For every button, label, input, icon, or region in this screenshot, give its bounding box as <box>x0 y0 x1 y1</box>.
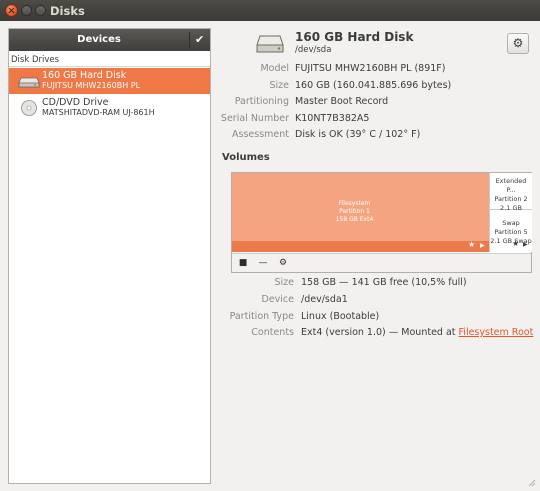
partition-2-name: Partition 2 <box>494 195 528 203</box>
devices-pane: Devices ✔ Disk Drives 160 GB Hard Disk F… <box>8 28 211 484</box>
partition-5-name: Partition 5 <box>494 228 528 236</box>
partition-type-label: Partition Type <box>229 311 294 322</box>
drive-name: 160 GB Hard Disk <box>42 70 127 81</box>
section-divider <box>9 66 210 67</box>
partition-2-type: Extended P... <box>495 177 527 194</box>
partition-5-type: Swap <box>502 219 520 227</box>
partition-2-block[interactable]: Extended P... Partition 2 2.1 GB <box>490 173 532 212</box>
volume-toolbar: ■ — ⚙ <box>232 253 531 272</box>
stop-icon: ■ <box>238 258 248 268</box>
size-label: Size <box>269 80 289 91</box>
contents-label: Contents <box>251 327 294 338</box>
serial-number-value: K10NT7B382A5 <box>295 113 370 124</box>
disk-drives-section-label: Disk Drives <box>11 55 60 65</box>
assessment-value: Disk is OK (39° C / 102° F) <box>295 129 421 140</box>
drive-settings-button[interactable]: ⚙ <box>507 33 529 54</box>
device-value: /dev/sda1 <box>301 294 348 305</box>
volumes-heading: Volumes <box>222 152 270 163</box>
mounted-play-icon: ▶ <box>480 242 485 249</box>
checkmark-icon[interactable]: ✔ <box>195 33 204 46</box>
hard-disk-large-icon <box>256 35 284 53</box>
hard-disk-icon <box>18 77 40 88</box>
device-label: Device <box>261 294 295 305</box>
size-value: 160 GB (160.041.885.696 bytes) <box>295 80 452 91</box>
gears-icon: ⚙ <box>278 258 288 268</box>
star-icon: ★ <box>468 240 476 249</box>
devices-title: Devices <box>77 34 121 45</box>
title-bar: Disks <box>0 0 540 21</box>
play-icon: ▶ <box>523 241 528 248</box>
partition-1-block[interactable]: Filesystem Partition 1 158 GB Ext4 ★ ▶ <box>232 173 489 252</box>
extended-partition-block[interactable]: Extended P... Partition 2 2.1 GB Swap Pa… <box>489 173 532 252</box>
disk-path: /dev/sda <box>295 45 332 55</box>
delete-partition-button[interactable]: — <box>254 256 272 271</box>
volume-size-label: Size <box>274 277 294 288</box>
close-window-button[interactable] <box>5 4 18 17</box>
devices-header: Devices ✔ <box>9 29 210 51</box>
volume-size-value: 158 GB — 141 GB free (10,5% full) <box>301 277 467 288</box>
serial-number-label: Serial Number <box>220 113 289 124</box>
volume-map: Filesystem Partition 1 158 GB Ext4 ★ ▶ E… <box>231 172 532 273</box>
star-icon: ★ <box>512 239 520 248</box>
drive-item-cd-dvd[interactable]: CD/DVD Drive MATSHITADVD-RAM UJ-861H <box>9 95 210 121</box>
filesystem-root-link[interactable]: Filesystem Root <box>459 327 534 338</box>
optical-disc-icon <box>21 100 37 116</box>
partitioning-value: Master Boot Record <box>295 96 389 107</box>
drive-item-hard-disk[interactable]: 160 GB Hard Disk FUJITSU MHW2160BH PL <box>9 68 210 94</box>
resize-grip-icon[interactable] <box>526 477 536 487</box>
partition-type-value: Linux (Bootable) <box>301 311 380 322</box>
contents-text: Ext4 (version 1.0) — Mounted at <box>301 327 459 338</box>
drive-name: CD/DVD Drive <box>42 97 109 108</box>
stop-button[interactable]: ■ <box>234 256 252 271</box>
disk-title: 160 GB Hard Disk <box>295 30 414 44</box>
drive-model: MATSHITADVD-RAM UJ-861H <box>42 108 155 117</box>
assessment-label: Assessment <box>232 129 289 140</box>
partition-settings-button[interactable]: ⚙ <box>274 256 292 271</box>
model-label: Model <box>260 63 289 74</box>
partition-1-usage-bar <box>232 241 489 252</box>
contents-value: Ext4 (version 1.0) — Mounted at Filesyst… <box>301 327 533 338</box>
partition-1-label: Filesystem Partition 1 158 GB Ext4 <box>232 200 477 224</box>
partition-1-size: 158 GB Ext4 <box>335 216 374 223</box>
header-separator <box>189 32 190 48</box>
minimize-window-button[interactable] <box>21 5 32 16</box>
maximize-window-button[interactable] <box>35 5 46 16</box>
drive-model: FUJITSU MHW2160BH PL <box>42 81 141 90</box>
partitioning-label: Partitioning <box>234 96 289 107</box>
minus-icon: — <box>258 258 268 268</box>
window-title: Disks <box>50 4 85 18</box>
partition-1-type: Filesystem <box>338 200 371 207</box>
gear-icon: ⚙ <box>512 36 524 50</box>
partition-1-name: Partition 1 <box>339 208 370 215</box>
model-value: FUJITSU MHW2160BH PL (891F) <box>295 63 446 74</box>
